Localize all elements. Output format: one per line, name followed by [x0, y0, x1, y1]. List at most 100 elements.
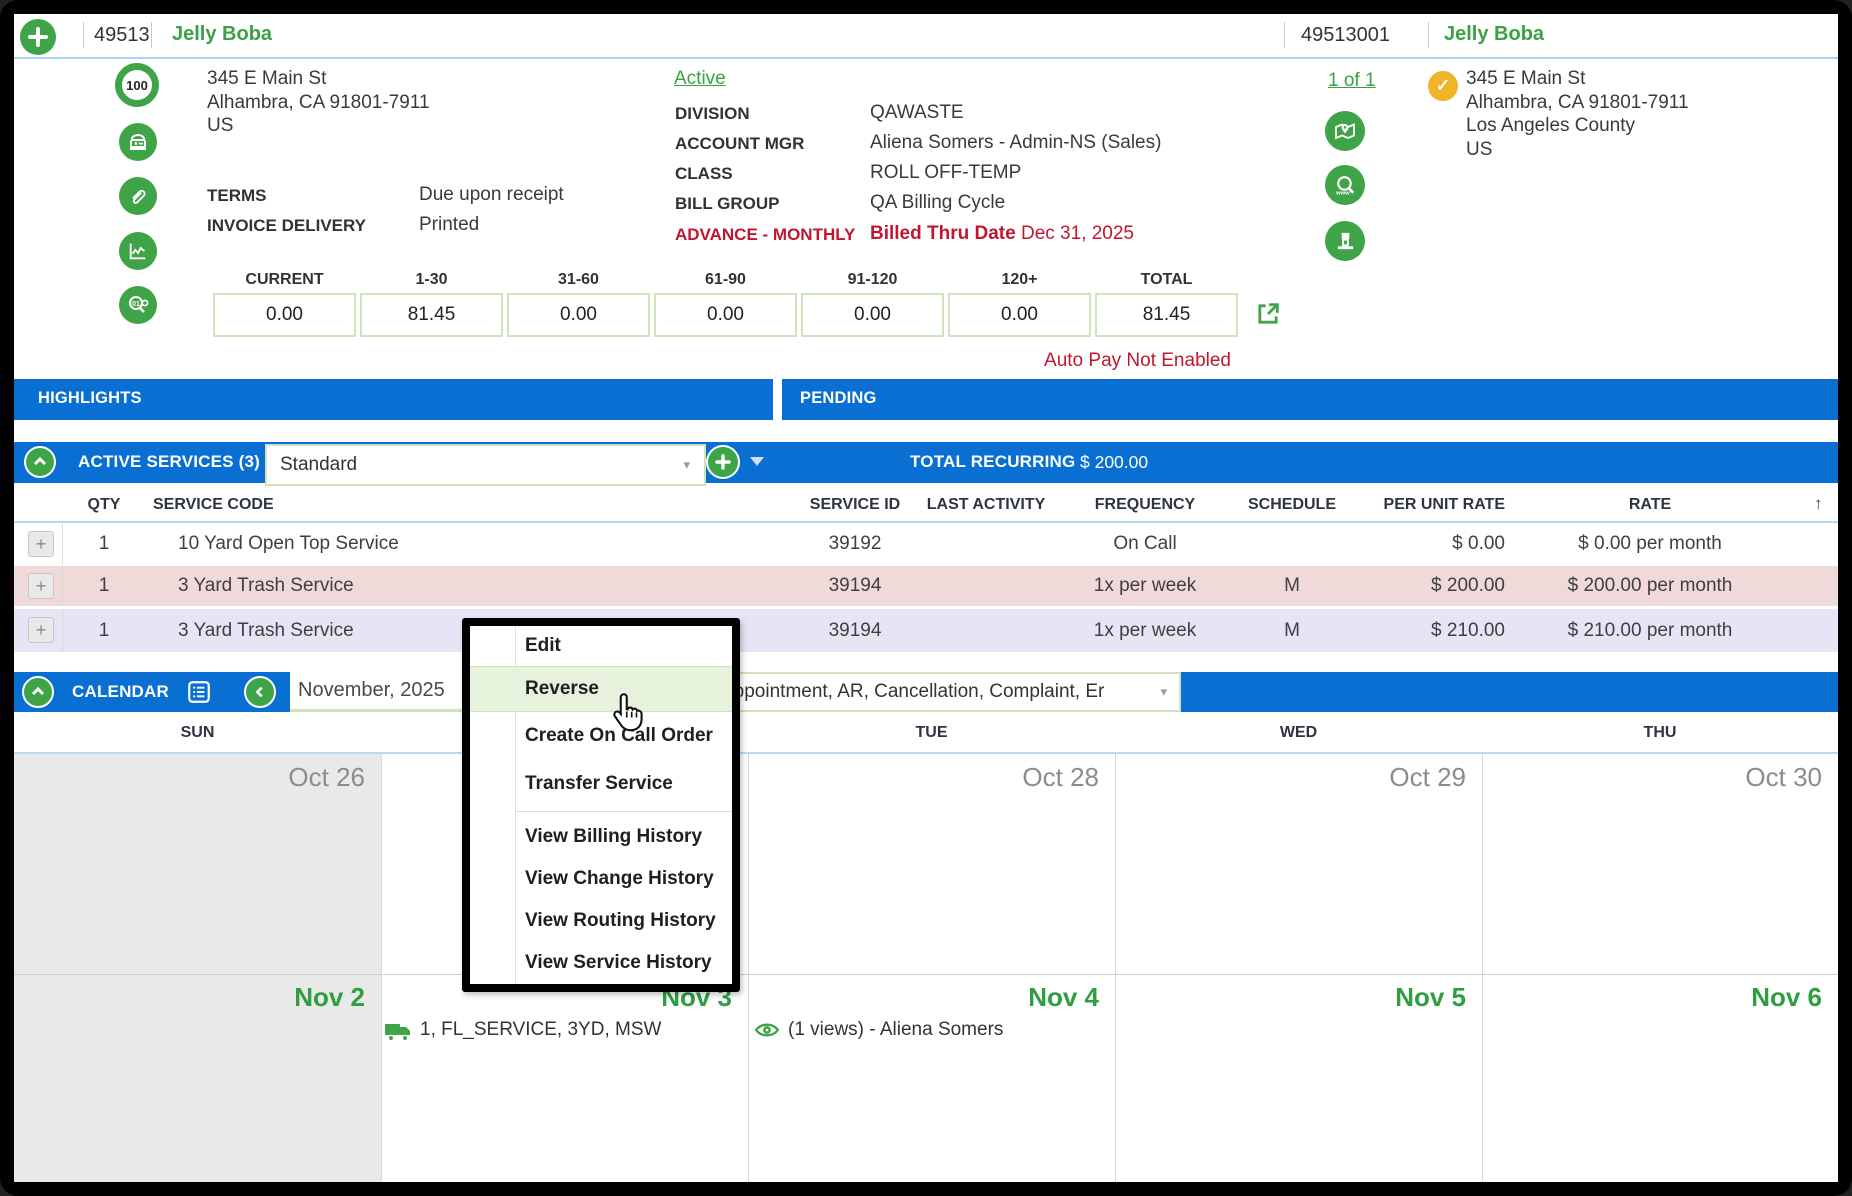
service-view-select[interactable]: Standard ▾	[265, 444, 706, 486]
calendar-cell-date[interactable]: Nov 6	[1482, 982, 1822, 1013]
pending-section-bar[interactable]: PENDING	[782, 379, 1838, 420]
cell-service-id: 39192	[828, 533, 882, 554]
paperclip-icon[interactable]	[119, 177, 157, 215]
col-last-activity[interactable]: LAST ACTIVITY	[911, 496, 1061, 514]
cell-schedule: M	[1284, 620, 1300, 641]
calendar-event[interactable]: 1, FL_SERVICE, 3YD, MSW	[420, 1019, 661, 1041]
menu-item-view-routing-history[interactable]: View Routing History	[470, 900, 732, 942]
col-service-code[interactable]: SERVICE CODE	[153, 496, 274, 514]
search-01-icon[interactable]: 01	[119, 286, 157, 324]
collapse-calendar-button[interactable]	[22, 676, 54, 708]
billing-address: 345 E Main St Alhambra, CA 91801-7911 US	[207, 67, 430, 138]
add-service-button[interactable]	[706, 445, 740, 479]
col-qty[interactable]: QTY	[84, 496, 124, 514]
billing-cycle-label: ADVANCE - MONTHLY	[675, 225, 856, 244]
service-context-menu: Edit Reverse Create On Call Order Transf…	[462, 618, 740, 992]
printer-icon[interactable]	[1325, 221, 1365, 261]
web-search-icon[interactable]: www	[1325, 165, 1365, 205]
menu-item-create-on-call-order[interactable]: Create On Call Order	[470, 712, 732, 760]
aging-export-button[interactable]	[1254, 300, 1282, 333]
week-divider	[14, 974, 1838, 975]
expand-row-button[interactable]: +	[28, 617, 54, 643]
calendar-cell-date[interactable]: Oct 29	[1115, 762, 1466, 793]
calendar-cell-date[interactable]: Nov 5	[1115, 982, 1466, 1013]
col-schedule[interactable]: SCHEDULE	[1247, 496, 1337, 514]
chart-icon[interactable]	[119, 232, 157, 270]
day-header-wed: WED	[1279, 724, 1318, 741]
site-number: 49513001	[1301, 24, 1390, 46]
cell-per-unit: $ 210.00	[1431, 620, 1505, 641]
calendar-cell-date[interactable]: Nov 4	[748, 982, 1099, 1013]
service-row[interactable]: + 1 3 Yard Trash Service 39194 1x per we…	[14, 566, 1838, 606]
agenda-list-button[interactable]	[186, 679, 212, 710]
highlights-section-bar[interactable]: HIGHLIGHTS	[14, 379, 773, 420]
table-header-underline	[14, 521, 1838, 523]
menu-item-transfer-service[interactable]: Transfer Service	[470, 760, 732, 808]
cell-frequency: 1x per week	[1093, 620, 1197, 641]
map-icon[interactable]	[1325, 111, 1365, 151]
site-check-badge: ✓	[1428, 71, 1458, 101]
expand-row-button[interactable]: +	[28, 573, 54, 599]
add-account-button[interactable]	[20, 19, 56, 55]
aging-value-total: 81.45	[1095, 293, 1238, 337]
add-service-caret[interactable]	[750, 457, 764, 466]
cell-service-code: 3 Yard Trash Service	[178, 620, 354, 641]
collapse-services-button[interactable]	[24, 446, 56, 478]
aging-value-61-90: 0.00	[654, 293, 797, 337]
cell-qty: 1	[98, 575, 110, 596]
window-frame: 49513 Jelly Boba 49513001 Jelly Boba 100…	[0, 0, 1852, 1196]
menu-item-edit[interactable]: Edit	[470, 626, 732, 666]
bill-group-value: QA Billing Cycle	[870, 192, 1006, 213]
aging-col-31-60: 31-60	[558, 271, 599, 288]
col-frequency[interactable]: FREQUENCY	[1080, 496, 1210, 514]
grid-line	[1115, 754, 1116, 1182]
menu-item-reverse[interactable]: Reverse	[470, 666, 732, 712]
menu-separator	[515, 811, 732, 812]
cell-rate: $ 200.00 per month	[1567, 575, 1733, 596]
divider	[62, 609, 63, 652]
account-mgr-label: ACCOUNT MGR	[675, 134, 805, 153]
cell-qty: 1	[98, 533, 110, 554]
active-services-title: ACTIVE SERVICES (3)	[78, 452, 261, 471]
aging-col-current: CURRENT	[245, 271, 324, 288]
cell-rate: $ 210.00 per month	[1567, 620, 1733, 641]
menu-item-view-billing-history[interactable]: View Billing History	[470, 816, 732, 858]
site-name[interactable]: Jelly Boba	[1444, 23, 1544, 46]
bill-group-label: BILL GROUP	[675, 194, 780, 213]
calendar-filter-value: Appointment, AR, Cancellation, Complaint…	[721, 681, 1105, 702]
menu-item-view-change-history[interactable]: View Change History	[470, 858, 732, 900]
calendar-cell-date[interactable]: Oct 28	[748, 762, 1099, 793]
status-link[interactable]: Active	[674, 68, 726, 90]
calendar-month[interactable]: November, 2025	[298, 679, 445, 702]
aging-value-1-30: 81.45	[360, 293, 503, 337]
auto-pay-status: Auto Pay Not Enabled	[1044, 350, 1231, 371]
grid-line	[748, 754, 749, 1182]
score-gauge-icon[interactable]: 100	[115, 63, 159, 107]
truck-icon	[385, 1022, 412, 1047]
chevron-up-icon	[33, 456, 47, 466]
pending-title: PENDING	[800, 389, 877, 407]
sort-asc-icon[interactable]: ↑	[1814, 494, 1823, 514]
aging-col-91-120: 91-120	[847, 271, 898, 288]
menu-item-view-service-history[interactable]: View Service History	[470, 942, 732, 984]
day-header-sun: SUN	[180, 724, 215, 741]
aging-col-120plus: 120+	[1001, 271, 1038, 288]
cell-schedule: M	[1284, 575, 1300, 596]
service-row-selected[interactable]: + 1 3 Yard Trash Service 39194 1x per we…	[14, 609, 1838, 652]
calendar-cell-date[interactable]: Oct 30	[1482, 762, 1822, 793]
col-per-unit-rate[interactable]: PER UNIT RATE	[1345, 496, 1505, 514]
col-service-id[interactable]: SERVICE ID	[795, 496, 915, 514]
calendar-cell-date[interactable]: Oct 26	[14, 762, 365, 793]
site-pager[interactable]: 1 of 1	[1328, 70, 1376, 92]
calendar-event[interactable]: (1 views) - Aliena Somers	[788, 1019, 1003, 1041]
prev-month-button[interactable]	[244, 676, 276, 708]
calendar-cell-date[interactable]: Nov 2	[14, 982, 365, 1013]
calendar-filter-select[interactable]: Appointment, AR, Cancellation, Complaint…	[705, 672, 1181, 712]
billed-thru: Billed Thru Date Dec 31, 2025	[870, 223, 1134, 245]
fax-machine-icon[interactable]	[119, 123, 157, 161]
expand-row-button[interactable]: +	[28, 531, 54, 557]
col-rate[interactable]: RATE	[1530, 496, 1770, 514]
service-row[interactable]: + 1 10 Yard Open Top Service 39192 On Ca…	[14, 524, 1838, 564]
account-name[interactable]: Jelly Boba	[172, 23, 272, 46]
header-separator	[14, 57, 1838, 59]
